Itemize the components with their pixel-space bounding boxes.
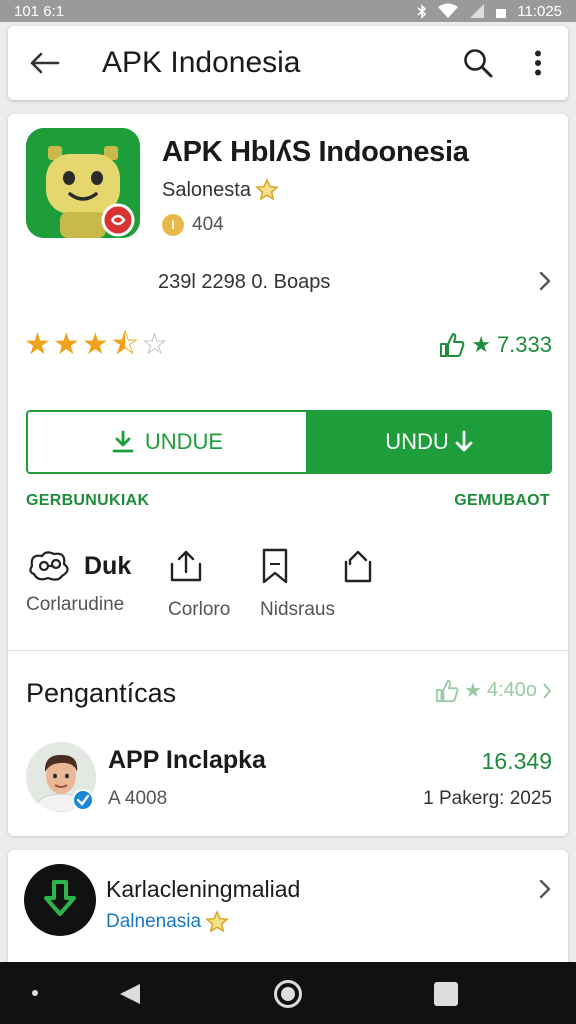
download-outline-button[interactable]: UNDUE [26, 410, 306, 474]
star-filled-icon: ★ [24, 328, 51, 361]
star-half-icon: ⯪ [110, 328, 140, 361]
nav-home-button[interactable] [274, 980, 302, 1008]
arrow-down-icon [455, 430, 473, 452]
promo-chevron[interactable] [538, 878, 552, 905]
promo-subtitle-text: Dalnenasia [106, 911, 202, 932]
app-meta: I 404 [162, 214, 224, 236]
search-icon [464, 49, 493, 78]
more-vert-icon [535, 50, 541, 76]
nav-indicator-icon [32, 990, 38, 996]
share-icon [344, 550, 372, 583]
share-network-icon [29, 551, 69, 581]
triangle-back-icon [120, 984, 140, 1004]
reviews-section-title: Pengantícas [26, 678, 177, 708]
star-filled-icon: ★ [471, 332, 491, 357]
install-button-group: UNDUE UNDU [26, 410, 552, 474]
system-nav-bar [0, 962, 576, 1024]
app-detail-card: APK HblʎS Indoonesia Salonesta I 404 239… [8, 114, 568, 836]
app-icon[interactable] [26, 128, 140, 238]
thumbs-up-icon [440, 333, 465, 357]
download-button[interactable]: UNDU [306, 410, 552, 474]
developer[interactable]: Salonesta [162, 178, 279, 202]
stats-expand-button[interactable] [538, 270, 552, 297]
status-time-left: 101 6:1 [14, 2, 65, 20]
star-outline-icon [255, 178, 279, 201]
star-outline-icon [205, 910, 229, 933]
bookmark-icon [262, 548, 288, 584]
star-filled-icon: ★ [464, 680, 482, 702]
review-item-number: 16.349 [481, 748, 552, 774]
chevron-right-icon [539, 879, 551, 899]
star-filled-icon: ★ [52, 328, 80, 361]
action-upload-group[interactable]: Corloro [168, 548, 230, 621]
review-item-title[interactable]: APP Inclapka [108, 746, 266, 775]
download-circle-icon [24, 864, 96, 936]
bluetooth-icon [417, 3, 427, 19]
more-options-button[interactable] [508, 50, 568, 76]
download-outline-label: UNDUE [144, 429, 224, 454]
upload-icon [170, 550, 202, 582]
page-title: APK Indonesia [102, 46, 301, 79]
arrow-back-icon [30, 52, 60, 74]
promo-card[interactable]: Karlacleningmaliad Dalnenasia [8, 850, 568, 970]
star-empty-icon: ☆ [141, 328, 169, 361]
chevron-right-icon [543, 682, 552, 699]
action-share-group[interactable]: Duk Corlarudine [26, 548, 131, 616]
share-button[interactable] [342, 548, 374, 589]
rating-summary[interactable]: ★ 7.333 [439, 332, 552, 358]
divider [8, 650, 568, 651]
status-time-right: 11:025 [517, 2, 562, 20]
meta-value: 404 [192, 214, 224, 235]
nav-recents-button[interactable] [434, 982, 458, 1006]
chevron-right-icon [539, 271, 551, 291]
download-label: UNDU [385, 429, 449, 454]
action-bookmark-label: Nidsraus [260, 599, 335, 620]
reviews-rating-value: 4:40o [486, 679, 537, 701]
action-share-title: Duk [84, 551, 132, 580]
sublink-left[interactable]: GERBUNUKIAK [26, 492, 149, 510]
app-name: APK HblʎS Indoonesia [162, 136, 469, 168]
verified-badge-icon [72, 789, 94, 811]
developer-name: Salonesta [162, 178, 251, 201]
sublink-right[interactable]: GEMUBAOT [454, 492, 550, 510]
action-share-label: Corlarudine [26, 594, 125, 615]
promo-title: Karlacleningmaliad [106, 876, 301, 902]
signal-icon [470, 4, 485, 18]
mascot-icon [26, 128, 140, 238]
status-bar: 101 6:1 11:025 [0, 0, 576, 22]
star-filled-icon: ★ [81, 328, 109, 361]
action-upload-label: Corloro [168, 599, 231, 620]
coin-icon: I [162, 214, 184, 236]
thumbs-up-icon [435, 679, 459, 702]
download-icon [112, 430, 134, 453]
app-stats[interactable]: 239l 2298 0. Boaps [158, 271, 330, 294]
reviews-rating[interactable]: ★ 4:40o [435, 678, 552, 703]
search-button[interactable] [448, 47, 508, 79]
nav-back-button[interactable] [118, 982, 142, 1011]
rating-value: 7.333 [496, 332, 552, 357]
review-item-date: 1 Pakerg: 2025 [423, 788, 552, 809]
review-item-sub: A 4008 [108, 788, 168, 809]
wifi-icon [438, 3, 459, 18]
promo-subtitle: Dalnenasia [106, 910, 229, 934]
rating-stars: ★ ★ ★ ⯪ ☆ [24, 330, 168, 360]
battery-icon [496, 9, 507, 18]
back-button[interactable] [8, 51, 80, 75]
app-bar: APK Indonesia [8, 26, 568, 100]
action-bookmark-group[interactable]: Nidsraus [260, 548, 335, 621]
